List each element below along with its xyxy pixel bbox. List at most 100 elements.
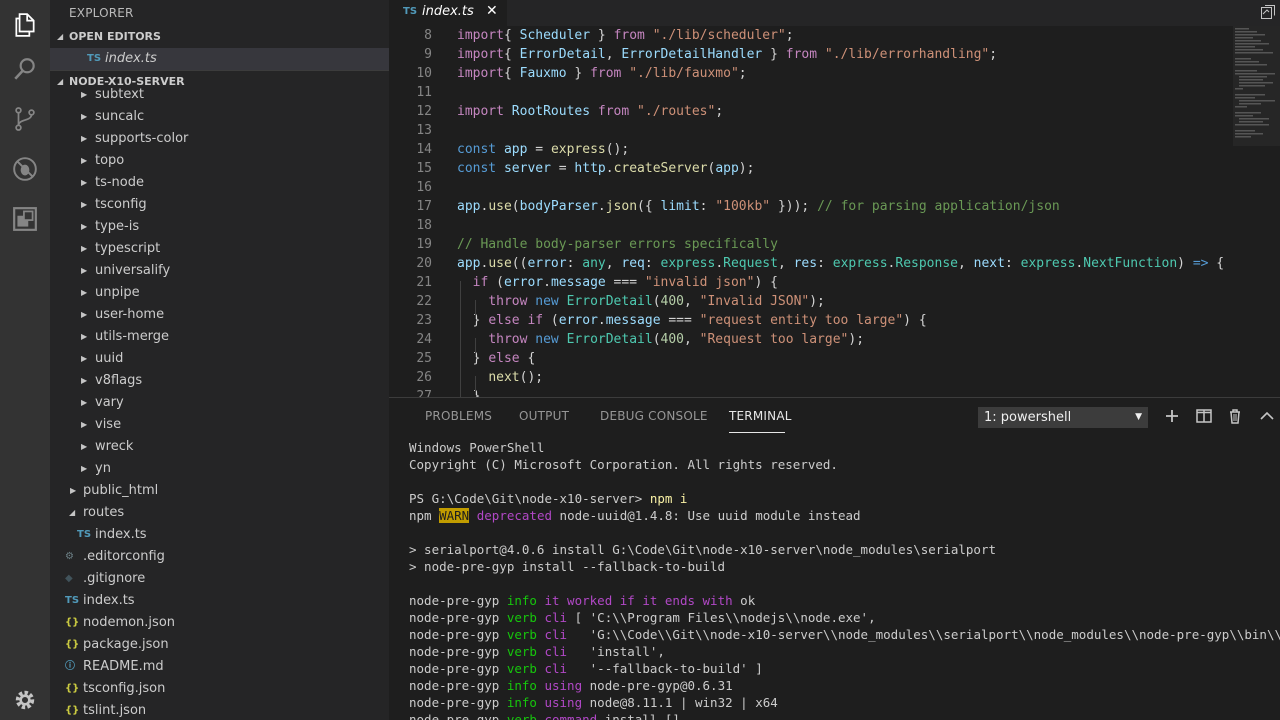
folder-item[interactable]: ▶ tsconfig — [50, 194, 389, 216]
chevron-right-icon: ▶ — [70, 486, 77, 495]
file-item[interactable]: {} package.json — [50, 634, 389, 656]
code-line: 18 — [389, 216, 1229, 235]
folder-item[interactable]: ▶ typescript — [50, 238, 389, 260]
code-token: use — [488, 256, 512, 271]
chevron-right-icon: ▶ — [81, 442, 88, 451]
extensions-button[interactable] — [0, 194, 50, 244]
debug-button[interactable] — [0, 144, 50, 194]
file-item[interactable]: {} tslint.json — [50, 700, 389, 720]
folder-item[interactable]: ▶ universalify — [50, 260, 389, 282]
folder-item[interactable]: ▶ unpipe — [50, 282, 389, 304]
terminal-token: info — [506, 678, 537, 693]
folder-item[interactable]: ▶ vise — [50, 414, 389, 436]
file-item[interactable]: ⚙ .editorconfig — [50, 546, 389, 568]
tab-problems[interactable]: PROBLEMS — [425, 409, 492, 423]
folder-public-html[interactable]: ▶ public_html — [50, 480, 389, 502]
code-line: 8 import{ Scheduler } from "./lib/schedul… — [389, 26, 1229, 45]
code-text: const server = http.createServer(app); — [457, 159, 754, 178]
code-token: ; — [989, 47, 998, 62]
terminal-token: > serialport@4.0.6 install G:\Code\Git\n… — [409, 542, 996, 557]
code-token: : — [817, 256, 833, 271]
terminal-token: node-pre-gyp — [409, 712, 507, 720]
code-token: server — [503, 161, 551, 176]
tab-output[interactable]: OUTPUT — [519, 409, 569, 423]
code-token: , — [605, 256, 622, 271]
minimap[interactable] — [1233, 26, 1280, 146]
tab-index-ts[interactable]: TS index.ts ✕ — [389, 0, 507, 26]
terminal-select[interactable]: 1: powershell ▼ — [978, 407, 1148, 428]
terminal-line: > node-pre-gyp install --fallback-to-bui… — [409, 558, 1280, 575]
tab-debug-console[interactable]: DEBUG CONSOLE — [600, 409, 708, 423]
code-token: } — [457, 313, 489, 328]
open-changes-icon[interactable] — [1260, 4, 1276, 20]
code-text: import{ Scheduler } from "./lib/schedule… — [457, 26, 794, 45]
maximize-panel-icon[interactable] — [1258, 407, 1276, 425]
open-editor-item[interactable]: TS index.ts — [50, 48, 389, 70]
folder-item[interactable]: ▶ yn — [50, 458, 389, 480]
terminal-token: using — [544, 695, 583, 710]
terminal-token: it worked if it ends with — [544, 593, 733, 608]
code-token: } — [762, 47, 786, 62]
close-icon[interactable]: ✕ — [486, 3, 498, 19]
file-label: package.json — [83, 637, 169, 652]
folder-item[interactable]: ▶ wreck — [50, 436, 389, 458]
open-editors-header[interactable]: ◢ OPEN EDITORS — [50, 26, 389, 48]
folder-item[interactable]: ▶ user-home — [50, 304, 389, 326]
code-token: from — [597, 104, 630, 119]
split-terminal-icon[interactable] — [1195, 407, 1213, 425]
folder-item[interactable]: ▶ v8flags — [50, 370, 389, 392]
source-control-button[interactable] — [0, 94, 50, 144]
file-item[interactable]: ◆ .gitignore — [50, 568, 389, 590]
code-token: } — [566, 66, 591, 81]
search-button[interactable] — [0, 44, 50, 94]
terminal-token: node-pre-gyp — [409, 593, 507, 608]
file-item[interactable]: {} nodemon.json — [50, 612, 389, 634]
terminal-token: node-pre-gyp — [409, 661, 507, 676]
code-token: (); — [519, 370, 544, 385]
typescript-icon: TS — [403, 6, 418, 17]
tab-terminal[interactable]: TERMINAL — [729, 409, 792, 423]
folder-item[interactable]: ▶ suncalc — [50, 106, 389, 128]
code-token: . — [605, 161, 614, 176]
file-routes-index[interactable]: TS index.ts — [50, 524, 389, 546]
terminal-token: node-pre-gyp — [409, 644, 507, 659]
code-token: express — [550, 142, 606, 157]
folder-label: tsconfig — [95, 197, 147, 212]
terminal-token: node-pre-gyp — [409, 610, 507, 625]
terminal-line: node-pre-gyp verb cli 'G:\\Code\\Git\\no… — [409, 626, 1280, 643]
terminal-line: node-pre-gyp verb command install [] — [409, 711, 1280, 720]
settings-button[interactable] — [0, 680, 50, 720]
folder-item[interactable]: ▶ utils-merge — [50, 326, 389, 348]
code-token: ErrorDetailHandler — [621, 47, 763, 62]
folder-item[interactable]: ▶ vary — [50, 392, 389, 414]
line-number: 12 — [416, 104, 432, 119]
folder-item[interactable]: ▶ ts-node — [50, 172, 389, 194]
folder-label: uuid — [95, 351, 124, 366]
json-icon: {} — [65, 639, 80, 650]
file-item[interactable]: ⓘ README.md — [50, 656, 389, 678]
terminal-output[interactable]: Windows PowerShell Copyright (C) Microsof… — [409, 439, 1280, 720]
folder-item[interactable]: ▶ uuid — [50, 348, 389, 370]
chevron-right-icon: ▶ — [81, 288, 88, 297]
code-token: message — [550, 275, 606, 290]
file-item[interactable]: {} tsconfig.json — [50, 678, 389, 700]
folder-item[interactable]: ▶ type-is — [50, 216, 389, 238]
code-token: ({ — [637, 199, 661, 214]
add-terminal-icon[interactable] — [1163, 407, 1181, 425]
editor-tab-bar: TS index.ts ✕ — [389, 0, 1280, 26]
folder-item[interactable]: ▶ subtext — [50, 84, 389, 106]
terminal-token: verb — [506, 627, 537, 642]
code-editor[interactable]: 8 import{ Scheduler } from "./lib/schedul… — [389, 26, 1280, 397]
code-line: 16 — [389, 178, 1229, 197]
trash-icon[interactable] — [1226, 407, 1244, 425]
folder-item[interactable]: ▶ topo — [50, 150, 389, 172]
folder-item[interactable]: ▶ supports-color — [50, 128, 389, 150]
explorer-button[interactable] — [0, 0, 50, 50]
code-token: if — [527, 313, 544, 328]
code-token: 400 — [660, 332, 684, 347]
code-token: { — [503, 28, 520, 43]
folder-routes[interactable]: ◢ routes — [50, 502, 389, 524]
file-item[interactable]: TS index.ts — [50, 590, 389, 612]
